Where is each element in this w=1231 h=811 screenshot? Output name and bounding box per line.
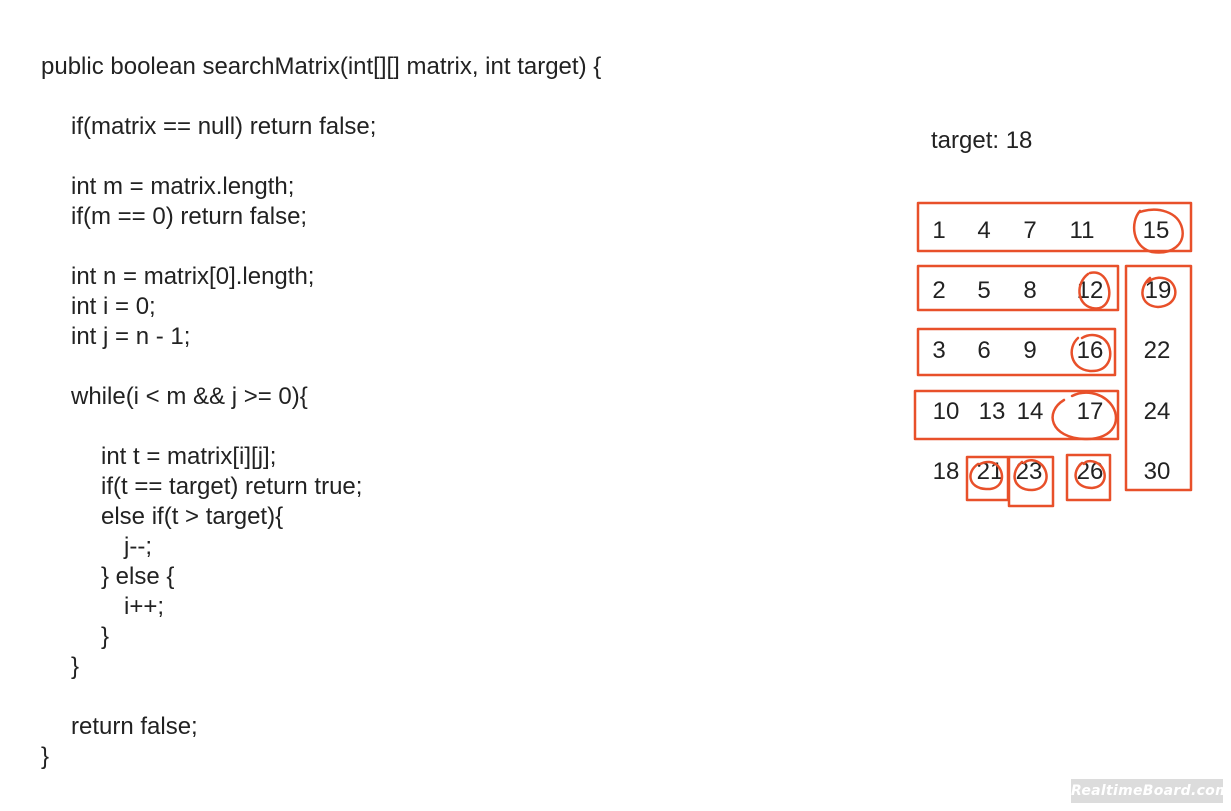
code-line: if(t == target) return true; bbox=[101, 473, 363, 500]
matrix-cell: 11 bbox=[1069, 217, 1095, 244]
code-line: int m = matrix.length; bbox=[71, 173, 295, 200]
matrix-cell: 17 bbox=[1076, 398, 1104, 425]
code-line: if(m == 0) return false; bbox=[71, 203, 308, 230]
matrix-cell: 8 bbox=[1023, 277, 1037, 304]
matrix-cell: 30 bbox=[1143, 458, 1171, 485]
matrix-cell: 26 bbox=[1076, 458, 1104, 485]
code-line: i++; bbox=[124, 593, 165, 620]
code-line: int t = matrix[i][j]; bbox=[101, 443, 277, 470]
matrix-cell: 22 bbox=[1143, 337, 1171, 364]
matrix-cell: 6 bbox=[977, 337, 991, 364]
matrix-cell: 1 bbox=[932, 217, 946, 244]
target-label: target: 18 bbox=[931, 127, 1033, 154]
code-line: } bbox=[71, 653, 80, 680]
matrix-cell: 2 bbox=[932, 277, 946, 304]
matrix-cell: 24 bbox=[1143, 398, 1171, 425]
code-line: if(matrix == null) return false; bbox=[71, 113, 377, 140]
matrix-cell: 23 bbox=[1015, 458, 1043, 485]
watermark-logo: RealtimeBoard.com bbox=[1071, 779, 1230, 803]
matrix-cell: 5 bbox=[977, 277, 991, 304]
code-line: int j = n - 1; bbox=[71, 323, 191, 350]
matrix-cell: 9 bbox=[1023, 337, 1037, 364]
matrix-cell: 4 bbox=[977, 217, 991, 244]
code-line: } bbox=[41, 743, 50, 770]
code-line: int n = matrix[0].length; bbox=[71, 263, 315, 290]
matrix-cell: 15 bbox=[1142, 217, 1170, 244]
code-line: j--; bbox=[124, 533, 152, 560]
matrix-cell: 7 bbox=[1023, 217, 1037, 244]
matrix-cell: 21 bbox=[976, 458, 1004, 485]
code-line: public boolean searchMatrix(int[][] matr… bbox=[41, 53, 602, 80]
code-line: } bbox=[101, 623, 110, 650]
code-block: public boolean searchMatrix(int[][] matr… bbox=[0, 0, 720, 811]
code-line: while(i < m && j >= 0){ bbox=[71, 383, 308, 410]
matrix-cell: 19 bbox=[1144, 277, 1172, 304]
matrix-cell: 10 bbox=[932, 398, 960, 425]
code-line: } else { bbox=[101, 563, 175, 590]
matrix-cell: 14 bbox=[1016, 398, 1044, 425]
code-line: else if(t > target){ bbox=[101, 503, 284, 530]
code-line: int i = 0; bbox=[71, 293, 156, 320]
code-line: return false; bbox=[71, 713, 198, 740]
matrix-cell: 16 bbox=[1076, 337, 1104, 364]
matrix-cell: 12 bbox=[1076, 277, 1104, 304]
matrix-cell: 18 bbox=[932, 458, 960, 485]
matrix-cell: 3 bbox=[932, 337, 946, 364]
matrix-cell: 13 bbox=[978, 398, 1006, 425]
